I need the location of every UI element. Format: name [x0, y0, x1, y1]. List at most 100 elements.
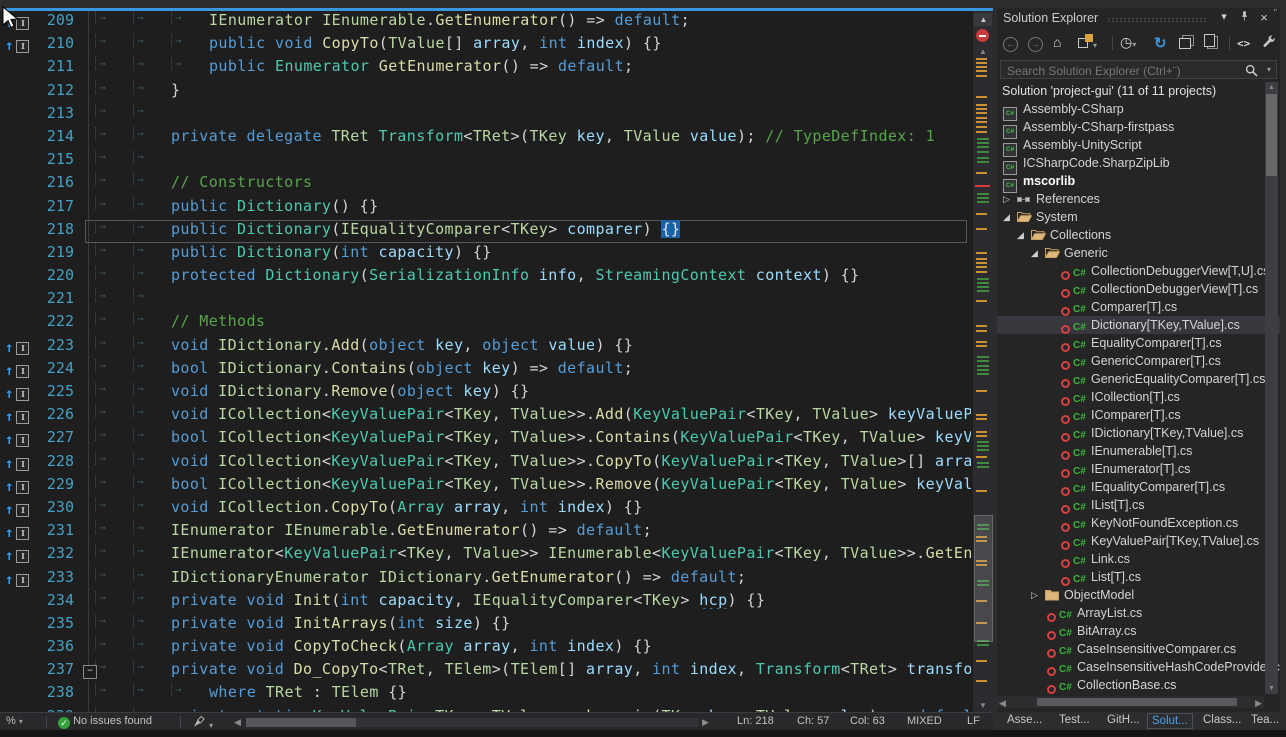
code-line[interactable]: ↑I232→→IEnumerator<KeyValuePair<TKey, TV…: [0, 544, 993, 567]
code-line[interactable]: ↑I229→→bool ICollection<KeyValuePair<TKe…: [0, 475, 993, 498]
expanded-arrow-icon[interactable]: ◢: [1031, 244, 1038, 262]
override-gutter-icon[interactable]: ↑I: [5, 498, 29, 521]
override-gutter-icon[interactable]: ↑I: [5, 382, 29, 405]
tree-scroll-up-icon[interactable]: ▲: [1265, 84, 1278, 91]
tree-item-file[interactable]: C#List[T].cs: [997, 568, 1280, 586]
collapse-all-icon[interactable]: [1179, 34, 1191, 52]
code-line[interactable]: ↑I230→→void ICollection.CopyTo(Array arr…: [0, 498, 993, 521]
tree-item-mscorlib[interactable]: C#mscorlib: [997, 172, 1280, 190]
tree-item-file[interactable]: C#IEqualityComparer[T].cs: [997, 478, 1280, 496]
line-number[interactable]: 214: [0, 127, 74, 145]
code-line[interactable]: ↑I223→→void IDictionary.Add(object key, …: [0, 336, 993, 359]
code-line[interactable]: ↑I233→→IDictionaryEnumerator IDictionary…: [0, 568, 993, 591]
tree-item-file[interactable]: C#EqualityComparer[T].cs: [997, 334, 1280, 352]
panel-tab-gith[interactable]: GitH...: [1103, 713, 1144, 727]
line-number[interactable]: 218: [0, 220, 74, 238]
code-line[interactable]: 239→→private static KeyValuePair<TKey, T…: [0, 707, 993, 712]
line-number[interactable]: 215: [0, 150, 74, 168]
hscroll-thumb[interactable]: [246, 718, 356, 727]
override-gutter-icon[interactable]: ↑I: [5, 405, 29, 428]
panel-tab-solut[interactable]: Solut...: [1147, 713, 1193, 729]
hscroll-left-icon[interactable]: ◀: [234, 717, 241, 728]
tree-item-assembly-csharp[interactable]: C#Assembly-CSharp: [997, 100, 1280, 118]
drag-grip[interactable]: [1107, 17, 1208, 22]
panel-tab-tea[interactable]: Tea...: [1247, 713, 1283, 727]
toolbar-overflow-icon[interactable]: ”: [1274, 8, 1277, 19]
close-icon[interactable]: ×: [1256, 10, 1272, 25]
code-line[interactable]: ↑I227→→bool ICollection<KeyValuePair<TKe…: [0, 428, 993, 451]
expanded-arrow-icon[interactable]: ◢: [1003, 208, 1010, 226]
back-icon[interactable]: ←: [1003, 34, 1018, 52]
tree-item-file[interactable]: C#ICollection[T].cs: [997, 388, 1280, 406]
zoom-control[interactable]: % ▾: [6, 715, 23, 727]
search-icon[interactable]: [1245, 64, 1258, 82]
line-number[interactable]: 217: [0, 197, 74, 215]
tree-item-file[interactable]: C#GenericComparer[T].cs: [997, 352, 1280, 370]
collapsed-arrow-icon[interactable]: ▷: [1031, 586, 1038, 604]
code-line[interactable]: 214→→private delegate TRet Transform<TRe…: [0, 127, 993, 150]
override-gutter-icon[interactable]: ↑I: [5, 544, 29, 567]
tree-item-file[interactable]: C#Link.cs: [997, 550, 1280, 568]
editor-horizontal-scrollbar[interactable]: [246, 718, 698, 727]
tree-item-file[interactable]: C#BitArray.cs: [997, 622, 1280, 640]
tree-item-file[interactable]: C#IList[T].cs: [997, 496, 1280, 514]
tree-item-file[interactable]: C#IDictionary[TKey,TValue].cs: [997, 424, 1280, 442]
tree-item-file[interactable]: C#IEnumerable[T].cs: [997, 442, 1280, 460]
tree-hscroll-thumb[interactable]: [1037, 698, 1237, 706]
code-line[interactable]: 222→→// Methods: [0, 312, 993, 335]
panel-tab-class[interactable]: Class...: [1199, 713, 1245, 727]
code-line[interactable]: 221→→: [0, 289, 993, 312]
line-number[interactable]: 222: [0, 312, 74, 330]
line-number[interactable]: 235: [0, 614, 74, 632]
document-health[interactable]: ✓ No issues found: [58, 715, 152, 729]
tree-item-file[interactable]: C#KeyNotFoundException.cs: [997, 514, 1280, 532]
code-line[interactable]: ↑I231→→IEnumerator IEnumerable.GetEnumer…: [0, 521, 993, 544]
code-line[interactable]: 219→→public Dictionary(int capacity) {}: [0, 243, 993, 266]
line-number[interactable]: 216: [0, 173, 74, 191]
tree-item-file[interactable]: C#IComparer[T].cs: [997, 406, 1280, 424]
override-gutter-icon[interactable]: ↑I: [5, 475, 29, 498]
code-line[interactable]: 235→→private void InitArrays(int size) {…: [0, 614, 993, 637]
line-number[interactable]: 237: [0, 660, 74, 678]
tree-item-generic[interactable]: ◢Generic: [997, 244, 1280, 262]
tree-item-assembly-csharp-firstpas[interactable]: C#Assembly-CSharp-firstpass: [997, 118, 1280, 136]
code-line[interactable]: 236→→private void CopyToCheck(Array arra…: [0, 637, 993, 660]
code-line[interactable]: 211→→→public Enumerator GetEnumerator() …: [0, 57, 993, 80]
line-number[interactable]: 219: [0, 243, 74, 261]
collapse-region-toggle[interactable]: −: [83, 665, 97, 679]
tree-item-file[interactable]: C#GenericEqualityComparer[T].cs: [997, 370, 1280, 388]
panel-tab-test[interactable]: Test...: [1055, 713, 1094, 727]
code-line[interactable]: 220→→protected Dictionary(SerializationI…: [0, 266, 993, 289]
home-icon[interactable]: ⌂: [1053, 34, 1061, 52]
tree-item-solution-project-gui-11-[interactable]: Solution 'project-gui' (11 of 11 project…: [997, 82, 1280, 100]
tree-horizontal-scrollbar[interactable]: ◀ ▶: [997, 696, 1264, 708]
expanded-arrow-icon[interactable]: ◢: [1017, 226, 1024, 244]
line-number[interactable]: 234: [0, 591, 74, 609]
hscroll-right-icon[interactable]: ▶: [702, 717, 709, 728]
code-line[interactable]: −237→→private void Do_CopyTo<TRet, TElem…: [0, 660, 993, 683]
code-line[interactable]: 217→→public Dictionary() {}: [0, 197, 993, 220]
solution-explorer-titlebar[interactable]: Solution Explorer ▾ ×: [997, 8, 1280, 30]
tree-hscroll-left-icon[interactable]: ◀: [999, 698, 1006, 709]
panel-tab-asse[interactable]: Asse...: [1003, 713, 1046, 727]
tree-item-system[interactable]: ◢System: [997, 208, 1280, 226]
editor-vertical-scrollbar[interactable]: ▲▼ ▲ ▼: [973, 11, 993, 712]
line-number[interactable]: 213: [0, 104, 74, 122]
preview-selected-icon[interactable]: [1204, 34, 1215, 52]
override-gutter-icon[interactable]: ↑I: [5, 359, 29, 382]
tree-scroll-down-icon[interactable]: ▼: [1265, 685, 1278, 692]
tree-item-objectmodel[interactable]: ▷ObjectModel: [997, 586, 1280, 604]
tree-item-file[interactable]: C#Comparer[T].cs: [997, 298, 1280, 316]
tree-item-file[interactable]: C#CollectionDebuggerView[T,U].cs: [997, 262, 1280, 280]
code-line[interactable]: 213→→: [0, 104, 993, 127]
override-gutter-icon[interactable]: ↑I: [5, 336, 29, 359]
tree-item-file[interactable]: C#ArrayList.cs: [997, 604, 1280, 622]
search-input[interactable]: [1005, 62, 1209, 79]
pin-icon[interactable]: [1236, 10, 1252, 25]
tree-hscroll-right-icon[interactable]: ▶: [1255, 698, 1262, 709]
scrollbar-thumb[interactable]: [974, 515, 993, 642]
line-number[interactable]: 238: [0, 683, 74, 701]
tree-item-file[interactable]: C#KeyValuePair[TKey,TValue].cs: [997, 532, 1280, 550]
code-line[interactable]: 218→→public Dictionary(IEqualityComparer…: [0, 220, 993, 243]
scroll-down-icon[interactable]: ▼: [973, 701, 993, 710]
